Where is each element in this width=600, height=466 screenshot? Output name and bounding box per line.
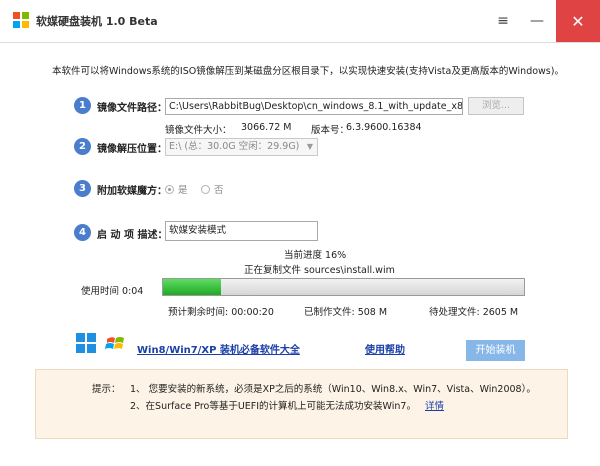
notice-line-1: 1、 您要安装的新系统，必须是XP之后的系统（Win10、Win8.x、Win7… <box>130 384 536 395</box>
version-value: 6.3.9600.16384 <box>346 122 422 133</box>
image-size-value: 3066.72 M <box>241 122 292 133</box>
addon-label: 附加软媒魔方： <box>97 186 167 197</box>
remaining-time: 预计剩余时间: 00:00:20 <box>168 307 274 318</box>
progress-fill <box>163 279 221 295</box>
intro-text: 本软件可以将Windows系统的ISO镜像解压到某磁盘分区根目录下，以实现快速安… <box>52 66 564 77</box>
window-title: 软媒硬盘装机 1.0 Beta <box>36 15 158 28</box>
notice-label: 提示： <box>92 384 121 395</box>
extract-location-select[interactable]: E:\ (总：30.0G 空闲：29.9G) ▼ <box>165 138 318 156</box>
notice-box: 提示： 1、 您要安装的新系统，必须是XP之后的系统（Win10、Win8.x、… <box>35 369 568 439</box>
radio-selected-icon <box>165 184 174 194</box>
step-3-badge: 3 <box>74 180 91 197</box>
image-size-label: 镜像文件大小： <box>165 125 232 136</box>
step-2-badge: 2 <box>74 138 91 155</box>
boot-description-input[interactable]: 软媒安装模式 <box>165 221 318 241</box>
windows8-logo-icon <box>76 333 96 353</box>
minimize-icon[interactable]: — <box>520 0 554 42</box>
step-4-badge: 4 <box>74 224 91 241</box>
windows-xp-logo-icon <box>105 337 124 349</box>
extract-location-value: E:\ (总：30.0G 空闲：29.9G) <box>169 141 300 152</box>
addon-no-label: 否 <box>214 185 224 196</box>
addon-yes-label: 是 <box>178 185 188 196</box>
elapsed-time: 使用时间 0:04 <box>81 286 144 297</box>
progress-percent-text: 当前进度 16% <box>284 250 347 261</box>
extract-location-label: 镜像解压位置： <box>97 144 167 155</box>
pending-files: 待处理文件: 2605 M <box>429 307 519 318</box>
details-link[interactable]: 详情 <box>425 401 444 412</box>
browse-button[interactable]: 浏览... <box>468 97 524 115</box>
hamburger-icon[interactable]: ≡ <box>486 0 520 42</box>
iso-path-label: 镜像文件路径： <box>97 103 167 114</box>
software-collection-link[interactable]: Win8/Win7/XP 装机必备软件大全 <box>137 341 300 356</box>
version-label: 版本号： <box>311 125 350 136</box>
title-bar: 软媒硬盘装机 1.0 Beta ≡ — ✕ <box>0 0 600 43</box>
step-1-badge: 1 <box>74 97 91 114</box>
start-install-button[interactable]: 开始装机 <box>466 340 525 361</box>
made-files: 已制作文件: 508 M <box>304 307 388 318</box>
copying-file-text: 正在复制文件 sources\install.wim <box>244 265 395 276</box>
chevron-down-icon: ▼ <box>306 142 313 151</box>
iso-path-input[interactable]: C:\Users\RabbitBug\Desktop\cn_windows_8.… <box>165 98 463 115</box>
radio-unselected-icon <box>201 184 210 194</box>
boot-description-label: 启 动 项 描述： <box>97 230 168 241</box>
app-logo-icon <box>13 12 29 28</box>
notice-line-2-text: 2、在Surface Pro等基于UEFI的计算机上可能无法成功安装Win7。 <box>130 401 416 412</box>
help-link[interactable]: 使用帮助 <box>365 341 405 356</box>
addon-no-radio[interactable]: 否 <box>201 182 224 196</box>
progress-bar <box>162 278 525 296</box>
close-icon[interactable]: ✕ <box>556 0 600 42</box>
notice-line-2: 2、在Surface Pro等基于UEFI的计算机上可能无法成功安装Win7。 … <box>130 398 444 412</box>
addon-yes-radio[interactable]: 是 <box>165 182 188 196</box>
